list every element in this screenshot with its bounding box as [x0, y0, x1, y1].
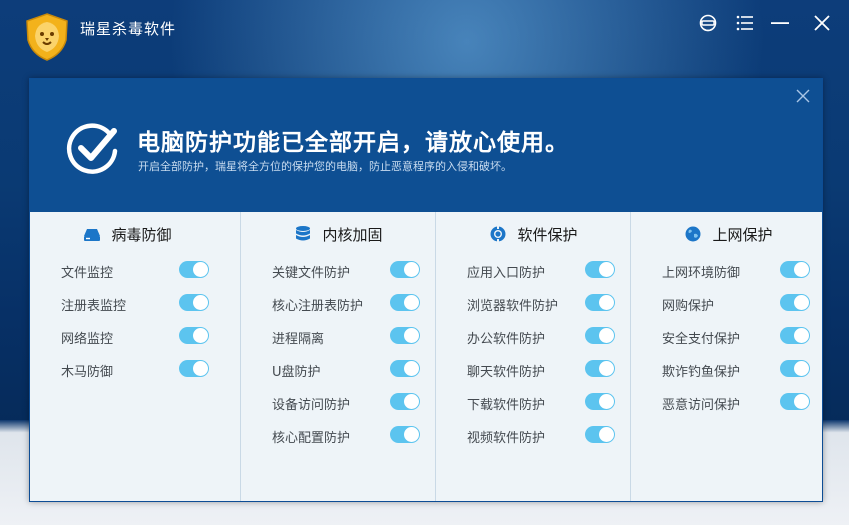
globe-icon	[685, 226, 701, 242]
user-support-icon	[699, 14, 717, 32]
status-description: 开启全部防护，瑞星将全方位的保护您的电脑，防止恶意程序的入侵和破坏。	[138, 160, 512, 173]
setting-label: 关键文件防护	[272, 266, 351, 281]
menu-icon	[736, 15, 753, 31]
toggle-switch[interactable]	[390, 426, 420, 443]
column-header: 上网保护	[631, 224, 826, 248]
toggle-switch[interactable]	[390, 360, 420, 377]
setting-row: 视频软件防护	[436, 423, 631, 449]
toggle-switch[interactable]	[585, 327, 615, 344]
setting-row: 安全支付保护	[631, 324, 826, 350]
close-icon	[814, 15, 830, 31]
setting-row: 聊天软件防护	[436, 357, 631, 383]
column-title: 内核加固	[322, 226, 383, 244]
setting-label: 聊天软件防护	[467, 365, 546, 380]
database-icon	[296, 226, 311, 241]
column-header: 内核加固	[241, 224, 436, 248]
setting-row: 上网环境防御	[631, 258, 826, 284]
toggle-switch[interactable]	[780, 261, 810, 278]
toggle-switch[interactable]	[390, 327, 420, 344]
setting-row: 下载软件防护	[436, 390, 631, 416]
toggle-switch[interactable]	[179, 360, 209, 377]
lion-logo-icon	[26, 13, 68, 61]
toggle-switch[interactable]	[390, 393, 420, 410]
setting-row: 木马防御	[30, 357, 225, 383]
setting-label: 办公软件防护	[467, 332, 546, 347]
lifebuoy-icon	[490, 226, 506, 242]
setting-label: 应用入口防护	[467, 266, 546, 281]
setting-label: 木马防御	[61, 365, 114, 380]
toggle-switch[interactable]	[179, 327, 209, 344]
setting-row: 网购保护	[631, 291, 826, 317]
column-virus-defense: 病毒防御 文件监控 注册表监控 网络监控 木马防御	[30, 212, 225, 501]
setting-label: 进程隔离	[272, 332, 325, 347]
setting-label: 网络监控	[61, 332, 114, 347]
toggle-switch[interactable]	[585, 261, 615, 278]
column-header: 病毒防御	[30, 224, 225, 248]
setting-label: 下载软件防护	[467, 398, 546, 413]
setting-label: U盘防护	[272, 365, 321, 380]
status-banner: 电脑防护功能已全部开启，请放心使用。 开启全部防护，瑞星将全方位的保护您的电脑，…	[30, 79, 822, 212]
setting-label: 注册表监控	[61, 299, 127, 314]
toggle-switch[interactable]	[390, 261, 420, 278]
column-software-protection: 软件保护 应用入口防护 浏览器软件防护 办公软件防护 聊天软件防护 下载软件防护…	[435, 212, 631, 501]
setting-label: 核心配置防护	[272, 431, 351, 446]
panel-close-icon[interactable]	[794, 87, 812, 105]
setting-row: 恶意访问保护	[631, 390, 826, 416]
setting-label: 视频软件防护	[467, 431, 546, 446]
column-kernel-hardening: 内核加固 关键文件防护 核心注册表防护 进程隔离 U盘防护 设备访问防护 核心配…	[240, 212, 436, 501]
setting-label: 设备访问防护	[272, 398, 351, 413]
menu-button[interactable]	[733, 11, 757, 35]
column-web-protection: 上网保护 上网环境防御 网购保护 安全支付保护 欺诈钓鱼保护 恶意访问保护	[630, 212, 826, 501]
setting-row: 文件监控	[30, 258, 225, 284]
column-title: 病毒防御	[111, 226, 172, 244]
protection-panel: 电脑防护功能已全部开启，请放心使用。 开启全部防护，瑞星将全方位的保护您的电脑，…	[29, 78, 823, 502]
toggle-switch[interactable]	[179, 294, 209, 311]
setting-label: 欺诈钓鱼保护	[662, 365, 741, 380]
setting-row: 进程隔离	[241, 324, 436, 350]
setting-row: 核心配置防护	[241, 423, 436, 449]
protection-columns: 病毒防御 文件监控 注册表监控 网络监控 木马防御 内核加固 关键文件防护 核心…	[30, 212, 822, 501]
setting-row: 关键文件防护	[241, 258, 436, 284]
column-title: 上网保护	[712, 226, 773, 244]
setting-label: 恶意访问保护	[662, 398, 741, 413]
toggle-switch[interactable]	[780, 327, 810, 344]
toggle-switch[interactable]	[585, 294, 615, 311]
setting-label: 上网环境防御	[662, 266, 741, 281]
column-header: 软件保护	[436, 224, 631, 248]
setting-row: U盘防护	[241, 357, 436, 383]
minimize-icon	[771, 22, 789, 24]
setting-label: 核心注册表防护	[272, 299, 364, 314]
toggle-switch[interactable]	[585, 426, 615, 443]
column-title: 软件保护	[517, 226, 578, 244]
toggle-switch[interactable]	[585, 393, 615, 410]
check-circle-icon	[66, 123, 118, 174]
feedback-button[interactable]	[696, 11, 720, 35]
hard-drive-icon	[84, 229, 101, 241]
setting-label: 浏览器软件防护	[467, 299, 559, 314]
toggle-switch[interactable]	[390, 294, 420, 311]
setting-row: 设备访问防护	[241, 390, 436, 416]
setting-row: 欺诈钓鱼保护	[631, 357, 826, 383]
setting-row: 办公软件防护	[436, 324, 631, 350]
toggle-switch[interactable]	[780, 393, 810, 410]
setting-row: 浏览器软件防护	[436, 291, 631, 317]
setting-label: 网购保护	[662, 299, 715, 314]
setting-row: 网络监控	[30, 324, 225, 350]
toggle-switch[interactable]	[780, 360, 810, 377]
setting-row: 注册表监控	[30, 291, 225, 317]
setting-row: 应用入口防护	[436, 258, 631, 284]
setting-label: 文件监控	[61, 266, 114, 281]
status-headline: 电脑防护功能已全部开启，请放心使用。	[137, 130, 569, 156]
toggle-switch[interactable]	[179, 261, 209, 278]
app-title: 瑞星杀毒软件	[80, 20, 177, 38]
setting-label: 安全支付保护	[662, 332, 741, 347]
minimize-button[interactable]	[768, 11, 792, 35]
toggle-switch[interactable]	[585, 360, 615, 377]
toggle-switch[interactable]	[780, 294, 810, 311]
setting-row: 核心注册表防护	[241, 291, 436, 317]
title-bar: 瑞星杀毒软件	[0, 0, 849, 61]
close-window-button[interactable]	[810, 11, 834, 35]
